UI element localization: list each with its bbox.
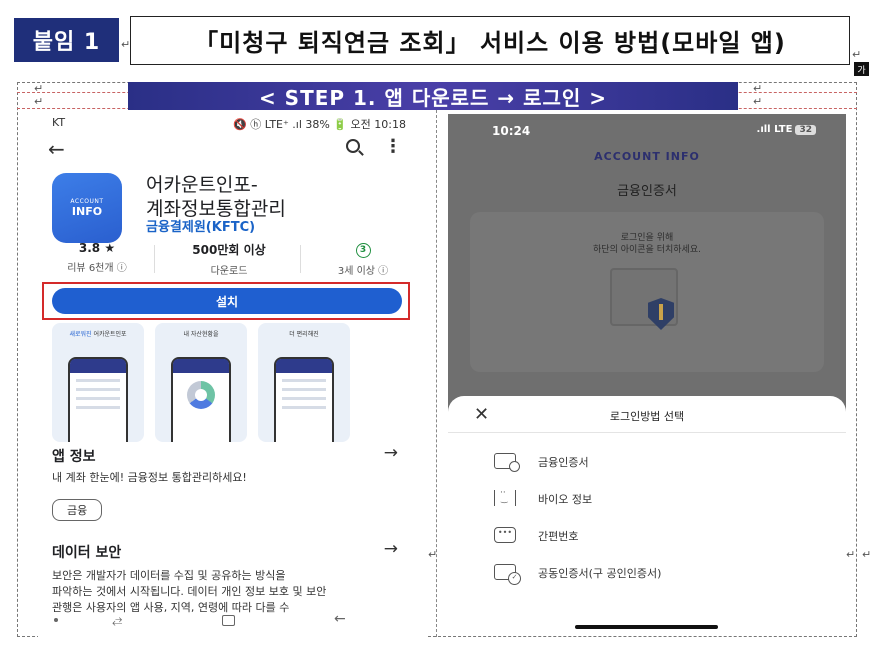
app-icon-text-top: ACCOUNT <box>70 198 104 205</box>
rating-stat[interactable]: 3.8 ★ 리뷰 6천개 ⓘ <box>52 241 142 274</box>
login-method-pin[interactable]: ••• 간편번호 <box>494 525 814 547</box>
downloads-value: 500만회 이상 <box>192 243 266 257</box>
downloads-label: 다운로드 <box>210 266 248 277</box>
downloads-stat: 500만회 이상 다운로드 <box>174 241 284 277</box>
step-banner: < STEP 1. 앱 다운로드 → 로그인 > <box>128 82 738 110</box>
app-screenshot-3[interactable]: 더 편리해진 <box>258 323 350 442</box>
pin-icon: ••• <box>494 527 516 543</box>
app-screenshot-1[interactable]: 새로워진 어카운트인포 <box>52 323 144 442</box>
screenshot-caption: 내 자산현황을 <box>183 331 219 338</box>
document-title: 「미청구 퇴직연금 조회」 서비스 이용 방법(모바일 앱) <box>130 16 850 65</box>
data-security-arrow-icon[interactable]: → <box>384 539 398 559</box>
status-bar: KT 🔇 ⓗ LTE⁺ .ıl 38% 🔋 오전 10:18 <box>38 113 428 133</box>
joint-certificate-icon <box>494 564 521 585</box>
return-mark: ↵ <box>121 38 131 51</box>
battery-icon: 32 <box>795 125 816 135</box>
app-info-description: 내 계좌 한눈에! 금융정보 통합관리하세요! <box>52 471 247 484</box>
donut-chart-icon <box>187 381 215 409</box>
certificate-icon <box>494 453 520 472</box>
sheet-divider <box>448 432 846 433</box>
app-icon: ACCOUNT INFO <box>52 173 122 243</box>
data-security-line: 보안은 개발자가 데이터를 수집 및 공유하는 방식을 <box>52 569 286 582</box>
app-name: 어카운트인포- 계좌정보통합관리 <box>146 173 286 221</box>
data-security-line: 파악하는 것에서 시작됩니다. 데이터 개인 정보 보호 및 보안 <box>52 585 327 598</box>
clock: 10:24 <box>492 124 531 138</box>
carrier-label: KT <box>52 116 66 129</box>
app-screenshot-2[interactable]: 내 자산현황을 <box>155 323 247 442</box>
method-label: 간편번호 <box>538 530 579 543</box>
screenshot-caption: 더 편리해진 <box>289 331 319 338</box>
more-options-icon[interactable]: ⋮ <box>384 136 402 157</box>
nav-dot-icon <box>54 618 58 622</box>
hangul-input-indicator: 가 <box>854 62 869 76</box>
return-mark: ↵ <box>34 95 44 108</box>
login-guide-text: 로그인을 위해 하단의 아이콘을 터치하세요. <box>448 232 846 256</box>
home-icon[interactable] <box>222 615 235 626</box>
back-arrow-icon[interactable]: ← <box>48 137 65 161</box>
guide-line-2: 하단의 아이콘을 터치하세요. <box>593 245 701 255</box>
developer-link[interactable]: 금융결제원(KFTC) <box>146 216 255 235</box>
search-icon[interactable] <box>346 139 360 153</box>
method-label: 공동인증서(구 공인인증서) <box>538 567 662 580</box>
category-chip[interactable]: 금융 <box>52 499 103 521</box>
app-name-line1: 어카운트인포- <box>146 174 258 196</box>
home-indicator[interactable] <box>575 625 718 629</box>
app-stats: 3.8 ★ 리뷰 6천개 ⓘ 500만회 이상 다운로드 3 3세 이상 ⓘ <box>38 241 428 279</box>
certificate-heading: 금융인증서 <box>617 184 677 199</box>
status-indicators: .ıll LTE 32 <box>757 124 816 135</box>
screenshot-phone-mockup <box>171 357 231 442</box>
return-mark: ↵ <box>428 548 438 561</box>
return-mark: ↵ <box>852 48 862 61</box>
app-info-title: 앱 정보 <box>52 449 96 465</box>
screenshot-phone-mockup <box>274 357 334 442</box>
nav-back-icon[interactable]: ← <box>334 611 346 627</box>
return-mark: ↵ <box>846 548 856 561</box>
return-mark: ↵ <box>753 82 763 95</box>
sheet-title: 로그인방법 선택 <box>609 410 685 423</box>
signal-label: .ıll LTE <box>756 124 793 135</box>
face-id-icon <box>494 488 516 506</box>
app-info-arrow-icon[interactable]: → <box>384 443 398 463</box>
stat-divider <box>300 245 301 273</box>
login-method-joint-cert[interactable]: 공동인증서(구 공인인증서) <box>494 562 814 585</box>
stat-divider <box>154 245 155 273</box>
age-rating-stat[interactable]: 3 3세 이상 ⓘ <box>318 241 408 277</box>
install-highlight-box <box>42 282 410 320</box>
status-indicators: 🔇 ⓗ LTE⁺ .ıl 38% 🔋 오전 10:18 <box>233 118 406 131</box>
guide-line-1: 로그인을 위해 <box>620 233 674 243</box>
login-method-sheet: ✕ 로그인방법 선택 금융인증서 바이오 정보 ••• 간편번호 공동인증서(구… <box>448 396 846 636</box>
data-security-description: 보안은 개발자가 데이터를 수집 및 공유하는 방식을 파악하는 것에서 시작됩… <box>52 568 326 616</box>
screenshot-caption: 새로워진 어카운트인포 <box>69 331 127 338</box>
age-rating-label: 3세 이상 ⓘ <box>337 266 389 277</box>
age-rating-icon: 3 <box>355 243 371 258</box>
brand-title: ACCOUNT INFO <box>594 150 700 163</box>
screenshot-phone-mockup <box>68 357 128 442</box>
return-mark: ↵ <box>34 82 44 95</box>
play-store-screenshot: KT 🔇 ⓗ LTE⁺ .ıl 38% 🔋 오전 10:18 ← ⋮ ACCOU… <box>38 113 428 637</box>
rating-label: 리뷰 6천개 ⓘ <box>67 263 127 274</box>
recent-apps-icon[interactable]: ⥄ <box>112 613 122 628</box>
login-method-biometric[interactable]: 바이오 정보 <box>494 488 814 510</box>
android-nav-bar: ⥄ ← <box>38 611 428 631</box>
login-screenshot: 10:24 .ıll LTE 32 ACCOUNT INFO 금융인증서 로그인을… <box>448 114 846 636</box>
method-label: 바이오 정보 <box>538 493 593 506</box>
data-security-title: 데이터 보안 <box>52 545 122 561</box>
app-icon-text-bottom: INFO <box>71 205 103 218</box>
login-method-financial-cert[interactable]: 금융인증서 <box>494 451 814 473</box>
appendix-badge: 붙임 1 <box>14 18 119 62</box>
rating-value: 3.8 ★ <box>78 241 116 255</box>
return-mark: ↵ <box>753 95 763 108</box>
return-mark: ↵ <box>862 548 872 561</box>
method-label: 금융인증서 <box>538 456 589 469</box>
